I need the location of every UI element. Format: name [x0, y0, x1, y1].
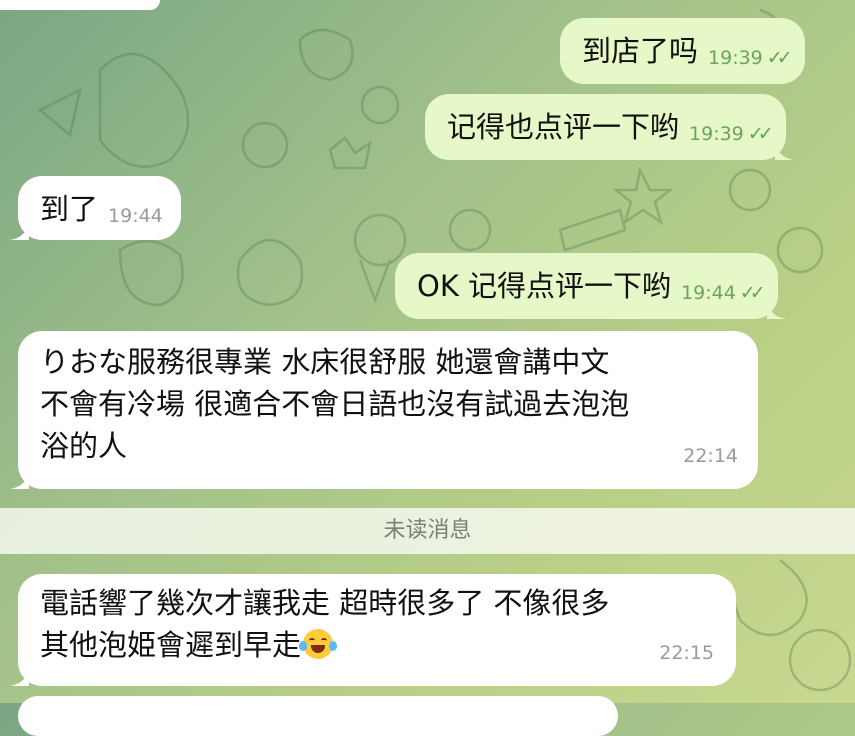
bubble-tail — [774, 140, 795, 160]
message-line: 不會有冷場 很適合不會日語也沒有試過去泡泡 — [40, 387, 630, 421]
message-text: 到店了吗 — [582, 34, 699, 68]
unread-messages-divider: 未读消息 — [0, 508, 855, 554]
bubble-tail — [9, 220, 29, 240]
message-line: 其他泡姫會遲到早走 — [40, 628, 302, 662]
incoming-message[interactable]: りおな服務很專業 水床很舒服 她還會講中文 不會有冷場 很適合不會日語也沒有試過… — [9, 331, 758, 489]
message-time: 19:44 — [108, 205, 163, 227]
bird-doodle — [98, 52, 190, 168]
message-time: 22:15 — [659, 642, 714, 664]
bubble-tail — [766, 299, 787, 319]
partial-bubble-top-left — [0, 0, 160, 10]
read-ticks-icon: ✓✓ — [739, 282, 766, 304]
incoming-message[interactable]: 電話響了幾次才讓我走 超時很多了 不像很多 其他泡姫會遲到早走 22:15 — [9, 574, 736, 686]
message-time: 22:14 — [683, 445, 738, 467]
incoming-message-partial[interactable] — [18, 696, 618, 736]
bubble-tail — [9, 666, 29, 686]
outgoing-message[interactable]: 到店了吗 19:39 ✓✓ — [560, 18, 805, 84]
outgoing-message[interactable]: OK 记得点评一下哟 19:44 ✓✓ — [395, 253, 787, 319]
bubble-tail — [9, 469, 29, 489]
incoming-message[interactable]: 到了 19:44 — [9, 176, 181, 240]
read-ticks-icon: ✓✓ — [766, 47, 793, 69]
message-time: 19:39 — [708, 47, 763, 69]
message-line: 浴的人 — [40, 429, 128, 463]
outgoing-message[interactable]: 记得也点评一下哟 19:39 ✓✓ — [425, 94, 795, 160]
laughing-with-tears-emoji-icon — [299, 629, 338, 659]
message-line: 電話響了幾次才讓我走 超時很多了 不像很多 — [40, 586, 610, 620]
message-text: OK 记得点评一下哟 — [417, 269, 672, 303]
message-time: 19:44 — [681, 282, 736, 304]
message-time: 19:39 — [689, 123, 744, 145]
message-text: 记得也点评一下哟 — [447, 110, 680, 144]
message-line: りおな服務很專業 水床很舒服 她還會講中文 — [40, 345, 610, 379]
message-text: 到了 — [40, 192, 99, 226]
chat-view: 到店了吗 19:39 ✓✓ 记得也点评一下哟 19:39 ✓✓ 到了 19:44 OK 记… — [0, 0, 855, 736]
read-ticks-icon: ✓✓ — [747, 123, 774, 145]
